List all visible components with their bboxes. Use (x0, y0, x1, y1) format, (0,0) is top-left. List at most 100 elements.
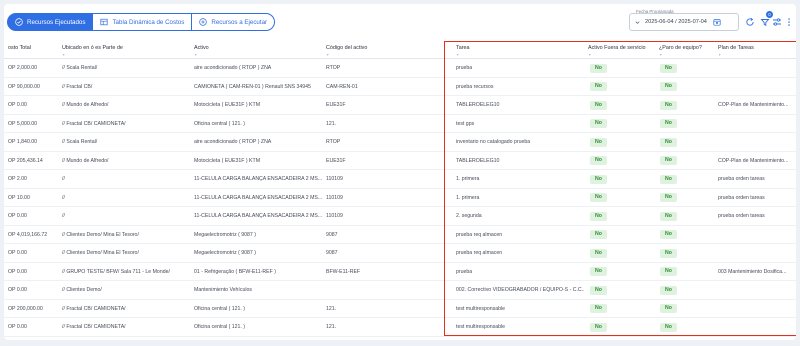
sort-icon[interactable]: ▼ (456, 53, 459, 57)
cell-tarea: TABLEROELEG10 (456, 102, 500, 108)
cell-fuera-servicio-badge: No (590, 63, 607, 73)
column-header-paro-equipo[interactable]: ¿Paro de equipo? ▼ (659, 45, 702, 57)
column-header-label: ¿Paro de equipo? (659, 45, 702, 51)
cell-ubicado: // Fractal CB/ (62, 83, 93, 90)
more-vertical-icon[interactable] (784, 17, 794, 27)
table-row[interactable]: OP 10.00 // 11-CÉLULA CARGA BALANÇA ENSACA… (4, 189, 796, 207)
cell-fuera-servicio-badge: No (590, 322, 607, 332)
cell-plan-tareas: 003 Mantenimiento Dosifica... (718, 268, 787, 275)
cell-ubicado: // GRUPO TESTE/ BFW/ Sala 711 - Le Monde… (62, 268, 170, 275)
column-header-plan-tareas[interactable]: Plan de Tareas ▼ (718, 45, 754, 57)
column-header-activo[interactable]: Activo ▼ (194, 45, 209, 57)
table-row[interactable]: OP 0.00 // Mundo de Alfredo/Motocicleta (… (4, 96, 796, 115)
cell-ubicado: // Scala Rental/ (62, 139, 98, 145)
cell-fuera-servicio-badge: No (590, 82, 607, 91)
columns-settings-icon[interactable] (772, 17, 782, 27)
cell-costo-total: OP 1,840.00 (8, 139, 38, 145)
table-row[interactable]: OP 4,019,166.72 // Clientes Demo/ Mina El… (4, 226, 796, 244)
table-row[interactable]: OP 2.00 // 11-CÉLULA CARGA BALANÇA ENSACAD… (4, 170, 796, 189)
view-tabs: Recursos Ejecutados Tabla Dinámica de Co… (7, 13, 276, 31)
cell-costo-total: OP 0.00 (8, 324, 27, 330)
table-row[interactable]: OP 0.00 // Fractal CB/ CAMIONETA/Oficina … (4, 318, 796, 337)
cell-costo-total: OP 0.00 (8, 250, 27, 256)
cell-plan-tareas: COP-Plan de Mantenimiento... (718, 157, 789, 164)
cell-activo: Oficina central ( 121. ) (194, 120, 246, 127)
cell-ubicado: // (62, 176, 65, 182)
date-range-value: 2025-06-04 / 2025-07-04 (645, 19, 707, 25)
table-row[interactable]: OP 0.00 // Clientes Demo/Mantenimiento Ve… (4, 281, 796, 300)
sort-icon[interactable]: ▼ (326, 53, 329, 57)
column-header-fuera-servicio[interactable]: Activo Fuera de servicio ▼ (588, 45, 646, 57)
table-icon (100, 18, 109, 26)
refresh-icon[interactable] (745, 17, 755, 27)
sort-icon[interactable]: ▼ (588, 53, 591, 57)
cell-tarea: TABLEROELEG10 (456, 157, 500, 164)
date-range-picker[interactable]: 2025-06-04 / 2025-07-04 (629, 13, 739, 31)
cell-ubicado: // Mundo de Alfredo/ (62, 157, 109, 164)
table-row[interactable]: OP 90,000.00 // Fractal CB/CAMIONETA ( CA… (4, 78, 796, 96)
cell-costo-total: OP 0.00 (8, 268, 27, 275)
cell-tarea: prueba (456, 268, 473, 275)
column-header-codigo[interactable]: Código del activo ▼ (326, 45, 367, 57)
cell-activo: Oficina central ( 121. ) (194, 305, 246, 312)
tab-recursos-a-ejecutar[interactable]: Recursos a Ejecutar (191, 13, 276, 31)
tab-recursos-ejecutados[interactable]: Recursos Ejecutados (7, 13, 94, 31)
tab-label: Tabla Dinámica de Costos (112, 18, 185, 26)
cell-ubicado: // (62, 213, 65, 219)
cell-tarea: inventario no catalogado prueba (456, 139, 531, 145)
sort-icon[interactable]: ▼ (62, 53, 65, 57)
table-row[interactable]: OP 0.00 // Clientes Demo/ Mina El Tesoro/… (4, 244, 796, 263)
cell-fuera-servicio-badge: No (590, 119, 607, 128)
cell-paro-equipo-badge: No (660, 248, 677, 258)
sort-icon[interactable]: ▼ (718, 53, 721, 57)
table-header: osto Total Ubicado en ó es Parte de ▼ Act… (4, 38, 796, 59)
cell-fuera-servicio-badge: No (590, 193, 607, 202)
column-header-ubicado[interactable]: Ubicado en ó es Parte de ▼ (62, 45, 123, 57)
cell-paro-equipo-badge: No (660, 193, 677, 202)
cell-paro-equipo-badge: No (660, 322, 677, 332)
table-row[interactable]: OP 205,436.14 // Mundo de Alfredo/Motocic… (4, 152, 796, 170)
cell-activo: aire acondicionado ( RTOP ) ZNA (194, 139, 272, 145)
cell-activo: 11-CÉLULA CARGA BALANÇA ENSACADEIRA 2 MS… (194, 194, 323, 201)
cell-activo: Megaelectromotriz ( 9087 ) (194, 231, 256, 238)
table-row[interactable]: OP 1,840.00 // Scala Rental/aire acondici… (4, 133, 796, 152)
cell-ubicado: // (62, 194, 65, 201)
cell-paro-equipo-badge: No (660, 100, 677, 110)
cell-codigo: 121. (326, 324, 337, 330)
column-header-label: Activo Fuera de servicio (588, 45, 646, 51)
cell-codigo: CAM-REN-01 (326, 83, 358, 90)
resources-table: osto Total Ubicado en ó es Parte de ▼ Act… (4, 38, 796, 337)
table-row[interactable]: OP 200,000.00 // Fractal CB/ CAMIONETA/Of… (4, 300, 796, 318)
cell-costo-total: OP 90,000.00 (8, 83, 40, 90)
table-row[interactable]: OP 0.00 // 11-CÉLULA CARGA BALANÇA ENSACAD… (4, 207, 796, 226)
cell-costo-total: OP 5,000.00 (8, 120, 38, 127)
sort-icon[interactable]: ▼ (659, 53, 662, 57)
cell-ubicado: // Fractal CB/ CAMIONETA/ (62, 305, 126, 312)
cell-costo-total: OP 0.00 (8, 213, 27, 219)
cell-codigo: BFW-E11-REF (326, 268, 361, 275)
filter-icon[interactable] (760, 17, 770, 27)
table-row[interactable]: OP 0.00 // GRUPO TESTE/ BFW/ Sala 711 - L… (4, 263, 796, 281)
sort-icon[interactable]: ▼ (194, 53, 197, 57)
table-row[interactable]: OP 5,000.00 // Fractal CB/ CAMIONETA/Ofic… (4, 115, 796, 133)
column-header-costo-total[interactable]: osto Total (8, 45, 31, 51)
cell-ubicado: // Clientes Demo/ Mina El Tesoro/ (62, 250, 139, 256)
cell-fuera-servicio-badge: No (590, 137, 607, 147)
chevron-down-icon[interactable] (634, 19, 641, 26)
cell-fuera-servicio-badge: No (590, 285, 607, 295)
cell-codigo: 9087 (326, 231, 338, 238)
table-row[interactable]: OP 2,000.00 // Scala Rental/aire acondici… (4, 59, 796, 78)
cell-activo: Megaelectromotriz ( 9087 ) (194, 250, 256, 256)
cell-paro-equipo-badge: No (660, 82, 677, 91)
cell-fuera-servicio-badge: No (590, 156, 607, 165)
cell-costo-total: OP 2.00 (8, 176, 27, 182)
cell-ubicado: // Fractal CB/ CAMIONETA/ (62, 120, 126, 127)
cell-ubicado: // Clientes Demo/ Mina El Tesoro/ (62, 231, 139, 238)
cell-codigo: EUE31F (326, 157, 346, 164)
column-header-tarea[interactable]: Tarea ▼ (456, 45, 469, 57)
calendar-icon[interactable] (713, 18, 721, 26)
cell-plan-tareas: prueba orden tareas (718, 194, 765, 201)
tab-tabla-dinamica[interactable]: Tabla Dinámica de Costos (92, 13, 193, 31)
cell-costo-total: OP 0.00 (8, 287, 27, 293)
cell-fuera-servicio-badge: No (590, 304, 607, 313)
